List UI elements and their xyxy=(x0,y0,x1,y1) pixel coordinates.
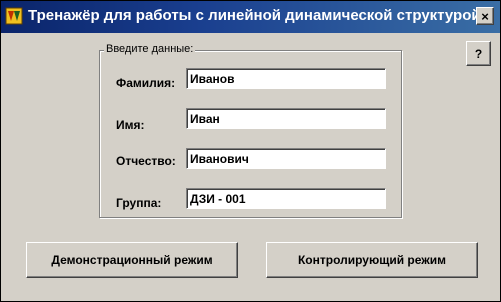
app-icon xyxy=(5,7,23,25)
patronymic-field[interactable] xyxy=(186,148,386,169)
control-mode-button[interactable]: Контролирующий режим xyxy=(266,242,478,278)
help-button[interactable]: ? xyxy=(466,41,491,66)
surname-field[interactable] xyxy=(186,68,386,89)
groupbox-caption: Введите данные: xyxy=(104,43,196,55)
demo-mode-button[interactable]: Демонстрационный режим xyxy=(26,242,238,278)
title-bar[interactable]: Тренажёр для работы с линейной динамичес… xyxy=(1,1,500,33)
surname-label: Фамилия: xyxy=(116,76,176,90)
name-field[interactable] xyxy=(186,108,386,129)
app-window: Тренажёр для работы с линейной динамичес… xyxy=(0,0,501,302)
patronymic-label: Отчество: xyxy=(116,154,176,168)
window-title: Тренажёр для работы с линейной динамичес… xyxy=(28,7,481,24)
group-label: Группа: xyxy=(116,196,162,210)
group-field[interactable] xyxy=(186,188,386,209)
close-icon: × xyxy=(481,8,489,24)
close-button[interactable]: × xyxy=(476,7,494,25)
name-label: Имя: xyxy=(116,118,145,132)
